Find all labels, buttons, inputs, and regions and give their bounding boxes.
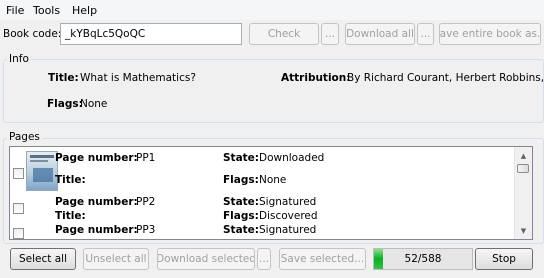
page-flags-value: None — [259, 174, 287, 186]
info-group — [3, 59, 544, 123]
page-number-label: Page number: — [55, 152, 138, 164]
page-number-label: Page number: — [55, 196, 138, 208]
page-checkbox[interactable] — [13, 203, 24, 214]
progress-text: 52/588 — [404, 253, 442, 265]
page-number-label: Page number: — [55, 224, 138, 236]
page-state-label: State: — [223, 152, 260, 164]
page-state-value: Signatured — [259, 196, 317, 208]
menu-bar: File Tools Help — [0, 0, 544, 20]
book-code-input[interactable]: _kYBqLc5QoQC — [60, 23, 242, 45]
stop-button[interactable]: Stop — [475, 248, 533, 270]
page-row[interactable]: Page number: PP3 State: Signatured — [10, 223, 515, 239]
page-row[interactable]: Page number: PP2 State: Signatured Title… — [10, 195, 515, 223]
page-state-label: State: — [223, 196, 260, 208]
check-options-button[interactable]: ... — [321, 23, 339, 45]
scroll-up-arrow-icon[interactable]: ▲ — [515, 147, 532, 164]
unselect-all-button[interactable]: Unselect all — [83, 248, 149, 270]
pages-legend: Pages — [7, 131, 42, 143]
scroll-thumb[interactable] — [517, 164, 529, 173]
page-number-value: PP1 — [136, 152, 156, 164]
menu-tools[interactable]: Tools — [33, 4, 60, 17]
download-all-button[interactable]: Download all — [345, 23, 415, 45]
page-flags-label: Flags: — [223, 174, 259, 186]
info-flags-label: Flags: — [47, 98, 83, 110]
page-thumbnail — [26, 151, 58, 191]
info-attribution-label: Attribution: — [281, 72, 351, 84]
check-button[interactable]: Check — [249, 23, 319, 45]
info-attribution-value: By Richard Courant, Herbert Robbins, Ia — [347, 72, 543, 84]
download-selected-options-button[interactable]: ... — [257, 248, 271, 270]
page-title-label: Title: — [55, 210, 86, 222]
download-all-options-button[interactable]: ... — [417, 23, 434, 45]
page-title-label: Title: — [55, 174, 86, 186]
page-state-label: State: — [223, 224, 260, 236]
pages-list[interactable]: Page number: PP1 State: Downloaded Title… — [9, 146, 533, 240]
save-entire-book-button[interactable]: Save entire book as... — [439, 23, 541, 45]
info-title-value: What is Mathematics? — [80, 72, 196, 84]
page-row[interactable]: Page number: PP1 State: Downloaded Title… — [10, 147, 515, 195]
select-all-button[interactable]: Select all — [10, 248, 76, 270]
page-state-value: Signatured — [259, 224, 317, 236]
page-flags-label: Flags: — [223, 210, 259, 222]
info-title-label: Title: — [48, 72, 79, 84]
page-number-value: PP3 — [136, 224, 156, 236]
save-selected-button[interactable]: Save selected... — [279, 248, 366, 270]
scroll-down-arrow-icon[interactable]: ▼ — [515, 222, 532, 239]
page-number-value: PP2 — [136, 196, 156, 208]
menu-help[interactable]: Help — [72, 4, 97, 17]
book-code-label: Book code: — [3, 28, 62, 40]
pages-scrollbar[interactable]: ▲ ▼ — [514, 147, 532, 239]
page-flags-value: Discovered — [259, 210, 318, 222]
page-checkbox[interactable] — [13, 168, 24, 179]
page-checkbox[interactable] — [13, 228, 24, 239]
info-legend: Info — [7, 53, 31, 65]
download-selected-button[interactable]: Download selected — [157, 248, 255, 270]
download-progress-bar: 52/588 — [373, 248, 473, 270]
info-flags-value: None — [80, 98, 108, 110]
menu-file[interactable]: File — [6, 4, 24, 17]
page-state-value: Downloaded — [259, 152, 325, 164]
